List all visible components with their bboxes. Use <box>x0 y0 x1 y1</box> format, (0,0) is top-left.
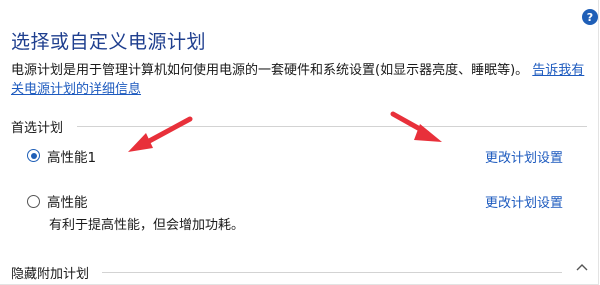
annotation-arrow-right <box>390 111 442 142</box>
annotation-arrow-left <box>128 116 193 152</box>
annotation-arrows <box>128 111 442 152</box>
